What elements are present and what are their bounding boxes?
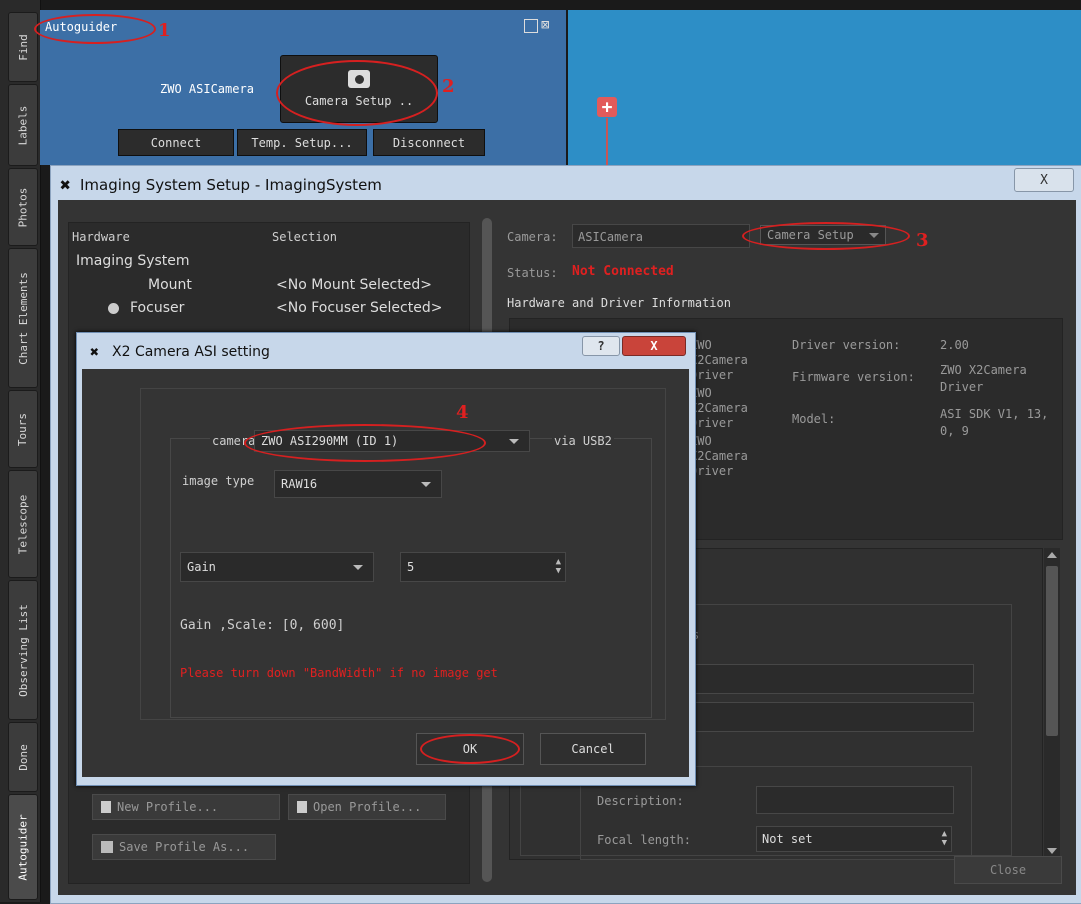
settings-scrollbar[interactable]	[1044, 548, 1060, 858]
model-label: Model:	[792, 412, 836, 426]
status-label: Status:	[507, 266, 558, 280]
app-logo-icon: ✖	[60, 175, 71, 196]
sky-chart-area[interactable]	[568, 10, 1081, 165]
x2-logo-icon: ✖	[90, 343, 100, 361]
tab-telescope[interactable]: Telescope	[8, 470, 38, 578]
new-profile-button[interactable]: New Profile...	[92, 794, 280, 820]
file-icon	[297, 801, 307, 813]
imaging-system-node[interactable]: Imaging System	[76, 253, 190, 269]
crosshair-icon[interactable]: +	[597, 97, 617, 118]
focuser-row-value: <No Focuser Selected>	[276, 300, 443, 316]
connection-label: via USB2	[552, 434, 614, 448]
mount-row-value: <No Mount Selected>	[276, 277, 432, 293]
scroll-down-icon[interactable]	[1047, 848, 1057, 854]
open-profile-button[interactable]: Open Profile...	[288, 794, 446, 820]
firmware-version-value: ZWO X2Camera Driver	[940, 363, 1027, 394]
focuser-row-label[interactable]: Focuser	[130, 300, 184, 316]
description-label: Description:	[597, 794, 684, 808]
save-icon	[101, 841, 113, 853]
settings-field-1[interactable]	[690, 664, 974, 694]
firmware-version-label: Firmware version:	[792, 370, 915, 384]
close-button[interactable]: Close	[954, 856, 1062, 884]
tab-tours[interactable]: Tours	[8, 390, 38, 468]
image-type-label: image type	[182, 474, 255, 488]
x2-dialog-title: X2 Camera ASI setting	[112, 344, 270, 360]
tab-labels[interactable]: Labels	[8, 84, 38, 166]
cancel-button[interactable]: Cancel	[540, 733, 646, 765]
tab-autoguider[interactable]: Autoguider	[8, 794, 38, 900]
control-select[interactable]: Gain	[180, 552, 374, 582]
settings-field-2[interactable]	[690, 702, 974, 732]
tab-find[interactable]: Find	[8, 12, 38, 82]
annotation-oval-ok	[420, 734, 520, 764]
focal-length-label: Focal length:	[597, 833, 691, 847]
gain-spinbox[interactable]: 5 ▲ ▼	[400, 552, 566, 582]
new-file-icon	[101, 801, 111, 813]
temp-setup-button[interactable]: Temp. Setup...	[237, 129, 367, 156]
col-selection: Selection	[272, 230, 338, 244]
close-icon[interactable]: ⊠	[541, 17, 549, 33]
annotation-number-2: 2	[442, 76, 455, 97]
crosshair-line	[606, 118, 608, 165]
status-value: Not Connected	[572, 264, 674, 279]
description-field[interactable]	[756, 786, 954, 814]
float-icon[interactable]	[524, 19, 538, 33]
tab-photos[interactable]: Photos	[8, 168, 38, 246]
focuser-icon	[108, 303, 119, 314]
driver-version-value: 2.00	[940, 338, 969, 352]
tab-done[interactable]: Done	[8, 722, 38, 792]
camera-field: ASICamera	[572, 224, 750, 248]
annotation-number-1: 1	[158, 20, 171, 41]
tab-observing-list[interactable]: Observing List	[8, 580, 38, 720]
mount-row-label[interactable]: Mount	[148, 277, 192, 293]
side-tab-strip: Find Labels Photos Chart Elements Tours …	[0, 0, 41, 902]
camera-name: ZWO ASICamera	[160, 82, 254, 96]
bandwidth-warning: Please turn down "BandWidth" if no image…	[180, 666, 498, 680]
annotation-oval-3	[742, 222, 910, 250]
driver-info-column: ZWO X2Camera Driver ZWO X2Camera Driver ZWO X…	[690, 338, 748, 478]
annotation-oval-2	[276, 60, 438, 126]
stepper-icon[interactable]: ▲ ▼	[556, 558, 561, 576]
scrollbar-thumb[interactable]	[1046, 566, 1058, 736]
annotation-oval-1	[34, 14, 156, 44]
col-hardware: Hardware	[72, 230, 130, 244]
gain-scale-text: Gain ,Scale: [0, 600]	[180, 618, 345, 633]
model-value: ASI SDK V1, 13, 0, 9	[940, 407, 1049, 438]
tab-chart-elements[interactable]: Chart Elements	[8, 248, 38, 388]
annotation-number-3: 3	[916, 230, 929, 251]
stepper-icon[interactable]: ▲ ▼	[942, 830, 947, 848]
focal-length-field[interactable]: Not set ▲ ▼	[756, 826, 952, 852]
annotation-oval-4	[244, 424, 486, 462]
save-profile-button[interactable]: Save Profile As...	[92, 834, 276, 860]
driver-version-label: Driver version:	[792, 338, 901, 352]
image-type-select[interactable]: RAW16	[274, 470, 442, 498]
connect-button[interactable]: Connect	[118, 129, 234, 156]
scroll-up-icon[interactable]	[1047, 552, 1057, 558]
x2-close-button[interactable]: X	[622, 336, 686, 356]
hardware-info-title: Hardware and Driver Information	[507, 296, 731, 310]
disconnect-button[interactable]: Disconnect	[373, 129, 485, 156]
help-button[interactable]: ?	[582, 336, 620, 356]
annotation-number-4: 4	[456, 402, 469, 423]
camera-label: Camera:	[507, 230, 558, 244]
imaging-window-title: Imaging System Setup - ImagingSystem	[80, 176, 382, 194]
imaging-close-button[interactable]: X	[1014, 168, 1074, 192]
